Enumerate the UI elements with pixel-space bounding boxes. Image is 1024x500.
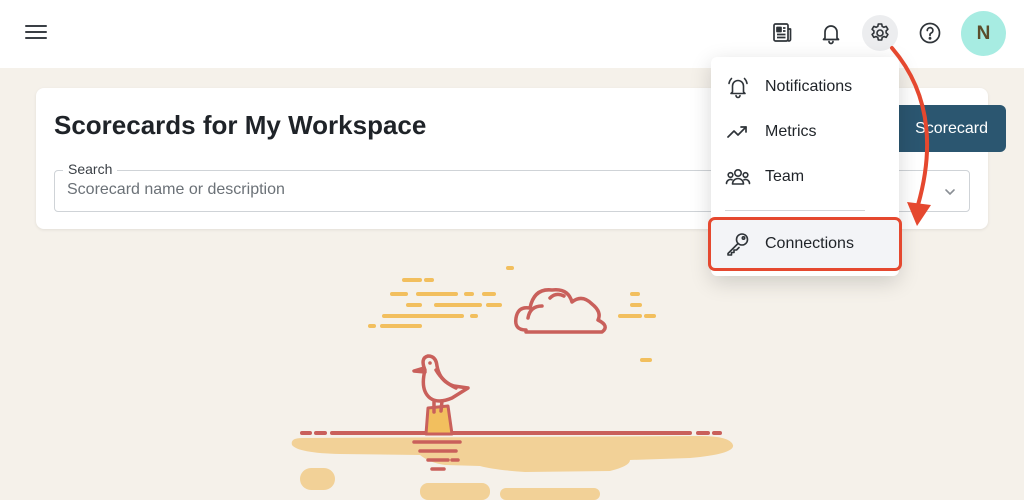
menu-item-metrics[interactable]: Metrics [711, 112, 899, 152]
key-icon [725, 231, 751, 257]
menu-item-connections[interactable]: Connections [708, 217, 902, 271]
chevron-down-icon[interactable] [943, 185, 957, 204]
trending-up-icon [725, 119, 751, 145]
search-label: Search [63, 161, 118, 177]
menu-divider [725, 210, 865, 211]
menu-item-label: Connections [765, 235, 854, 252]
seagull-illustration [291, 266, 734, 500]
new-scorecard-button[interactable]: Scorecard [890, 105, 1006, 152]
menu-item-label: Team [765, 168, 805, 185]
menu-item-team[interactable]: Team [711, 157, 899, 197]
menu-item-label: Notifications [765, 78, 853, 95]
team-icon [725, 164, 751, 190]
settings-menu: Notifications Metrics Team Connections [708, 57, 902, 276]
bell-ring-icon [725, 74, 751, 100]
avatar[interactable]: N [961, 11, 1006, 56]
avatar-initial: N [976, 22, 991, 44]
page-title: Scorecards for My Workspace [54, 110, 427, 140]
menu-item-label: Metrics [765, 123, 817, 140]
menu-item-notifications[interactable]: Notifications [711, 67, 899, 107]
news-icon[interactable] [764, 15, 800, 51]
bell-icon[interactable] [813, 15, 849, 51]
gear-icon[interactable] [862, 15, 898, 51]
hamburger-menu-icon[interactable] [22, 20, 50, 46]
help-icon[interactable] [912, 15, 948, 51]
